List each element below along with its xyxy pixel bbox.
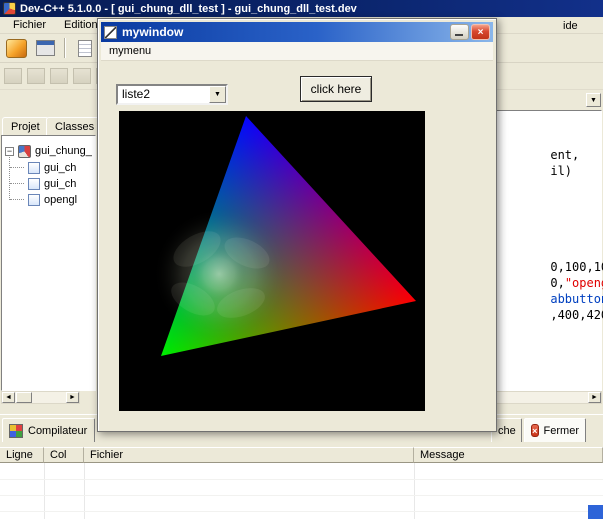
- scrollbar-thumb[interactable]: [16, 392, 32, 403]
- scroll-right-icon: ►: [591, 394, 598, 401]
- column-header-message: Message: [414, 447, 603, 463]
- tab-fermer[interactable]: × Fermer: [524, 418, 586, 442]
- source-file-icon: [28, 178, 40, 190]
- tab-classes[interactable]: Classes: [46, 117, 103, 136]
- tab-fermer-label: Fermer: [544, 425, 579, 437]
- devcpp-logo-icon: [3, 2, 16, 15]
- scroll-right-icon: ►: [69, 394, 76, 401]
- scroll-right-button[interactable]: ►: [588, 392, 601, 403]
- column-header-col: Col: [44, 447, 84, 463]
- menu-fichier[interactable]: Fichier: [4, 18, 55, 32]
- close-x-glyph: ×: [532, 426, 537, 436]
- devcpp-main-window: Dev-C++ 5.1.0.0 - [ gui_chung_dll_test ]…: [0, 0, 603, 519]
- output-table-header: Ligne Col Fichier Message: [0, 447, 603, 463]
- open-window-button[interactable]: [32, 36, 58, 60]
- tree-item-source-1[interactable]: gui_ch: [2, 160, 95, 176]
- tab-projet[interactable]: Projet: [2, 117, 49, 136]
- tree-item-label: gui_ch: [44, 178, 76, 190]
- main-window-title: Dev-C++ 5.1.0.0 - [ gui_chung_dll_test ]…: [20, 3, 357, 15]
- code-line: abbutton,200,1: [507, 278, 603, 294]
- tree-hscrollbar[interactable]: ◄ ►: [1, 391, 80, 404]
- rgb-triangle-graphic: [119, 111, 425, 411]
- close-button[interactable]: ×: [471, 24, 490, 40]
- chevron-down-icon: ▼: [214, 91, 221, 98]
- code-line: ,400,420);: [507, 294, 603, 310]
- toolbar-separator: [64, 38, 66, 58]
- chevron-down-icon: ▼: [590, 97, 597, 104]
- page-icon: [78, 40, 92, 57]
- toolbar-dropdown-button[interactable]: ▼: [586, 93, 601, 107]
- toolbar-icon-disabled[interactable]: [50, 68, 68, 84]
- dialog-app-icon: [104, 26, 117, 39]
- tab-compilateur-label: Compilateur: [28, 425, 87, 437]
- source-file-icon: [28, 194, 40, 206]
- tab-recherche-label: che: [498, 425, 516, 437]
- new-project-button[interactable]: [3, 36, 29, 60]
- column-header-ligne: Ligne: [0, 447, 44, 463]
- dialog-menubar: mymenu: [101, 42, 493, 61]
- code-line: ent,: [507, 134, 579, 150]
- blue-square: [588, 505, 603, 519]
- code-segment: ,400,420);: [550, 308, 603, 322]
- toolbar-icon-disabled[interactable]: [73, 68, 91, 84]
- combobox-value: liste2: [122, 87, 150, 101]
- code-line: 0,100,100);: [507, 246, 603, 262]
- scroll-left-button[interactable]: ◄: [2, 392, 15, 403]
- source-file-icon: [28, 162, 40, 174]
- toolbar-icon-disabled[interactable]: [4, 68, 22, 84]
- click-here-button[interactable]: click here: [300, 76, 372, 102]
- output-table-body[interactable]: [0, 463, 603, 519]
- tree-item-source-3[interactable]: opengl: [2, 192, 95, 208]
- minimize-button[interactable]: [450, 24, 469, 40]
- new-project-icon: [6, 39, 27, 58]
- toolbar-icon-disabled[interactable]: [27, 68, 45, 84]
- close-icon: ×: [478, 27, 484, 38]
- code-segment: il): [550, 164, 572, 178]
- close-panel-icon: ×: [531, 424, 539, 437]
- tree-collapse-icon[interactable]: −: [5, 147, 14, 156]
- scroll-right-button[interactable]: ►: [66, 392, 79, 403]
- tab-compilateur[interactable]: Compilateur: [2, 418, 95, 442]
- tree-item-source-2[interactable]: gui_ch: [2, 176, 95, 192]
- code-line: il): [507, 150, 572, 166]
- opengl-viewport: [119, 111, 425, 411]
- project-icon: [18, 145, 31, 158]
- tab-classes-label: Classes: [55, 121, 94, 133]
- grid-line: [0, 511, 603, 512]
- menu-aide-partial[interactable]: ide: [563, 20, 578, 32]
- window-icon: [36, 40, 55, 56]
- new-file-button[interactable]: [72, 36, 98, 60]
- combobox-dropdown-button[interactable]: ▼: [209, 86, 226, 103]
- mywindow-dialog: mywindow × mymenu liste2 ▼ click here: [97, 18, 497, 432]
- dialog-titlebar[interactable]: mywindow ×: [101, 22, 493, 42]
- code-line: 0,"opengl");: [507, 262, 603, 278]
- grid-line: [0, 479, 603, 480]
- combobox-liste2[interactable]: liste2 ▼: [116, 84, 228, 105]
- tree-item-label: opengl: [44, 194, 77, 206]
- project-tree-panel[interactable]: − gui_chung_ gui_ch gui_ch opengl: [1, 135, 96, 391]
- tree-root-label: gui_chung_: [35, 145, 92, 157]
- dialog-title: mywindow: [122, 25, 183, 39]
- main-titlebar[interactable]: Dev-C++ 5.1.0.0 - [ gui_chung_dll_test ]…: [0, 0, 603, 17]
- scroll-left-icon: ◄: [5, 394, 12, 401]
- menu-mymenu[interactable]: mymenu: [101, 43, 159, 59]
- column-header-fichier: Fichier: [84, 447, 414, 463]
- compiler-icon: [9, 424, 23, 438]
- tree-item-label: gui_ch: [44, 162, 76, 174]
- tab-projet-label: Projet: [11, 121, 40, 133]
- grid-line: [0, 495, 603, 496]
- tree-root-item[interactable]: − gui_chung_: [2, 143, 95, 159]
